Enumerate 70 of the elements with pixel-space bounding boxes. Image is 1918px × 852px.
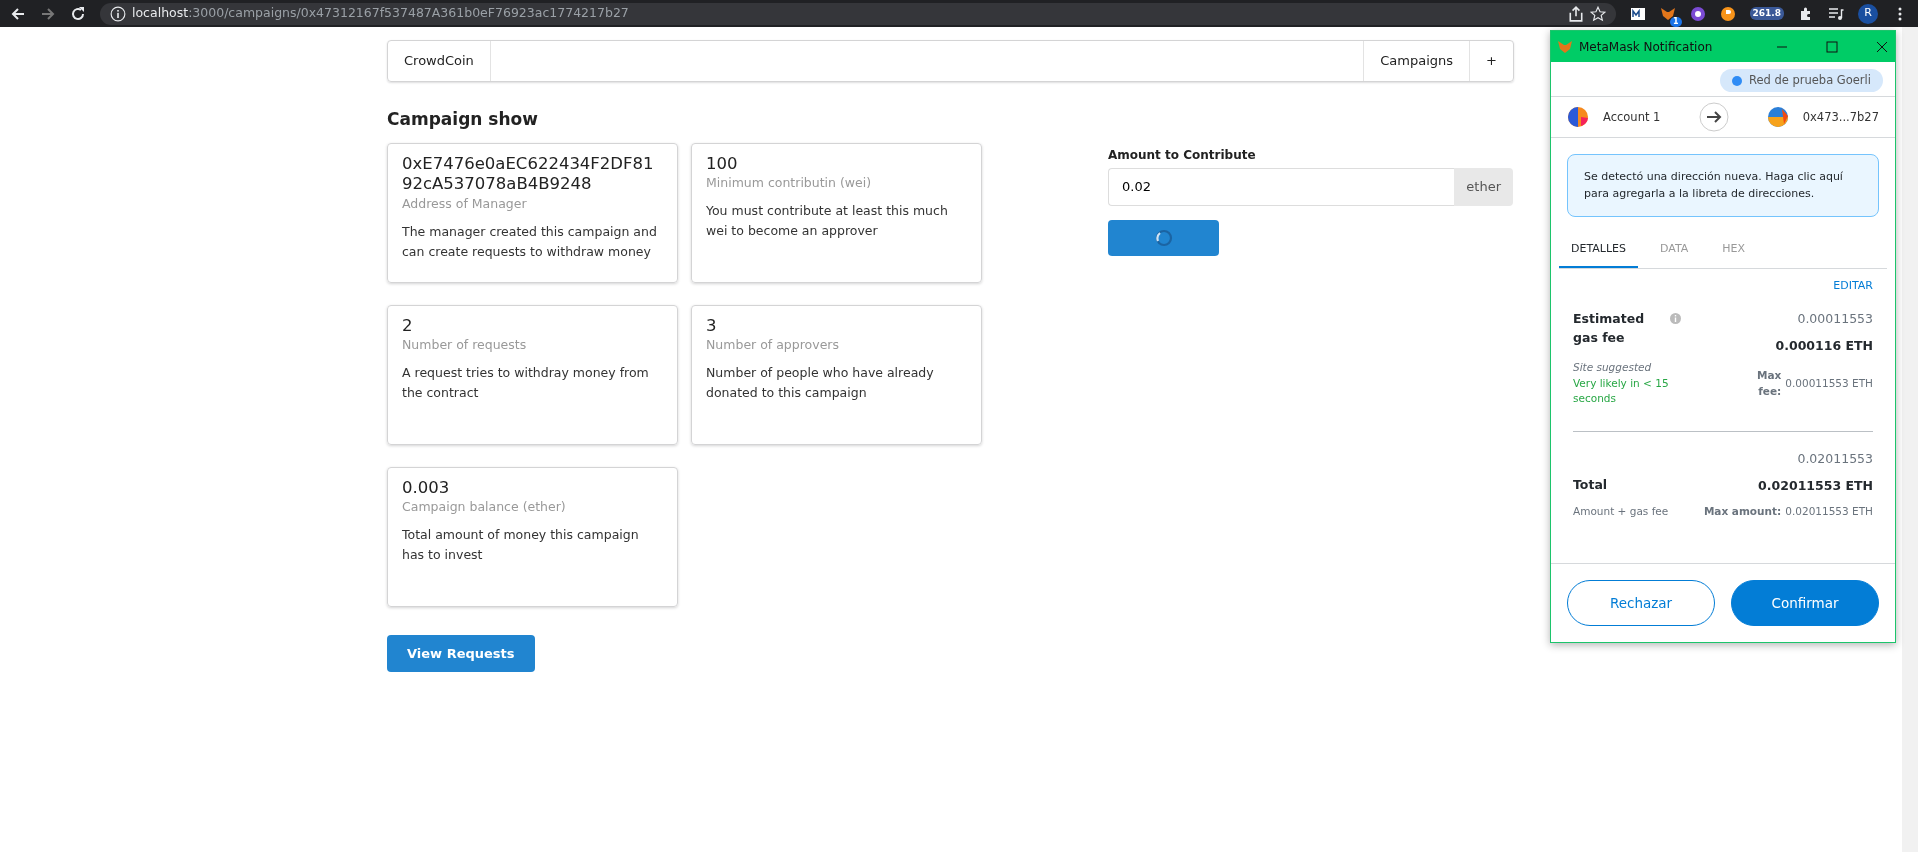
extension-counter[interactable]: 261.8: [1749, 7, 1784, 20]
max-amount-label: Max amount:: [1703, 503, 1782, 519]
max-fee-label: Max fee:: [1755, 367, 1782, 399]
tab[interactable]: DETALLES: [1559, 235, 1638, 268]
menu-item[interactable]: Campaigns: [1363, 41, 1470, 81]
url-text: localhost:3000/campaigns/0x47312167f537487A361b0eF76923ac1774217b27: [132, 4, 629, 23]
extension-icon[interactable]: [1689, 5, 1706, 22]
field-label: Amount to Contribute: [1108, 147, 1257, 164]
fox-icon: [1557, 38, 1573, 55]
info-icon: [1670, 313, 1681, 325]
info-icon: [110, 5, 126, 22]
confirm-button[interactable]: Confirmar: [1731, 580, 1879, 626]
new-address-notice[interactable]: Se detectó una dirección nueva. Haga clic aquí para agregarla a la libreta de direcciones.: [1567, 154, 1879, 218]
maximize-icon[interactable]: [1825, 39, 1839, 54]
forward-icon[interactable]: [40, 5, 56, 22]
back-icon[interactable]: [10, 5, 26, 22]
fee-value: 0.00011553: [1796, 310, 1873, 329]
edit-link[interactable]: EDITAR: [1833, 278, 1873, 292]
amount-field[interactable]: 0.02: [1108, 168, 1455, 206]
media-icon[interactable]: [1828, 5, 1844, 22]
card-meta: Address of Manager: [402, 194, 528, 213]
fee-total: 0.000116 ETH: [1775, 337, 1873, 355]
recipient-address: 0x473...7b27: [1802, 108, 1879, 126]
account-name: Account 1: [1603, 108, 1661, 126]
extension-icon[interactable]: [1629, 5, 1646, 22]
profile-avatar[interactable]: R: [1858, 3, 1878, 24]
total-subtext: Amount + gas fee: [1573, 503, 1669, 519]
menu-item[interactable]: +: [1469, 41, 1513, 81]
star-icon[interactable]: [1589, 5, 1606, 22]
card-header: 2: [402, 315, 414, 337]
card-meta: Campaign balance (ether): [402, 498, 567, 517]
fox-icon[interactable]: [1659, 5, 1676, 22]
unit-label: ether: [1454, 168, 1513, 206]
card-header: 3: [706, 315, 718, 337]
card-description: You must contribute at least this much wei to become an approver: [706, 201, 949, 240]
reject-button[interactable]: Rechazar: [1567, 580, 1715, 626]
account-avatar: [1567, 106, 1589, 129]
network-dot: [1731, 75, 1742, 86]
total-amount: 0.02011553 ETH: [1758, 476, 1873, 495]
extension-badge: 1: [1669, 16, 1682, 27]
total-value: 0.02011553: [1796, 450, 1873, 468]
total-label: Total: [1573, 476, 1608, 494]
card-meta: Number of requests: [402, 336, 528, 355]
likelihood-text: Very likely in < 15 seconds: [1573, 375, 1670, 407]
view-requests-button[interactable]: View Requests: [387, 634, 535, 672]
card-header: 100: [706, 153, 739, 175]
window-title: MetaMask Notification: [1579, 38, 1713, 56]
card-header: 0xE7476e0aEC622434F2DF8192cA537078aB4B9248: [402, 153, 655, 195]
spinner-icon: [1154, 229, 1173, 247]
card-meta: Minimum contributin (wei): [706, 174, 873, 193]
address-bar[interactable]: localhost:3000/campaigns/0x47312167f537487A361b0eF76923ac1774217b27: [100, 2, 1616, 25]
reload-icon[interactable]: [70, 5, 86, 22]
card-description: The manager created this campaign and can create requests to withdraw money: [402, 222, 658, 261]
max-amount-value: 0.02011553 ETH: [1785, 503, 1873, 519]
network-pill[interactable]: Red de prueba Goerli: [1719, 69, 1883, 93]
page-heading: Campaign show: [387, 108, 539, 131]
card-description: Total amount of money this campaign has to invest: [402, 525, 640, 564]
recipient-avatar: [1766, 106, 1789, 129]
gas-fee-label: Estimated gas fee: [1573, 310, 1646, 347]
card-description: A request tries to withdray money from the contract: [402, 363, 650, 402]
menu-item[interactable]: CrowdCoin: [388, 41, 491, 81]
card-meta: Number of approvers: [706, 336, 840, 355]
site-suggested: Site suggested: [1573, 359, 1653, 375]
extension-icon[interactable]: [1719, 5, 1736, 22]
close-icon[interactable]: [1875, 39, 1889, 54]
max-fee-value: 0.00011553 ETH: [1785, 375, 1873, 391]
card-description: Number of people who have already donated to this campaign: [706, 363, 935, 402]
card-header: 0.003: [402, 477, 451, 499]
share-icon[interactable]: [1567, 5, 1584, 22]
network-name: Red de prueba Goerli: [1748, 72, 1871, 89]
